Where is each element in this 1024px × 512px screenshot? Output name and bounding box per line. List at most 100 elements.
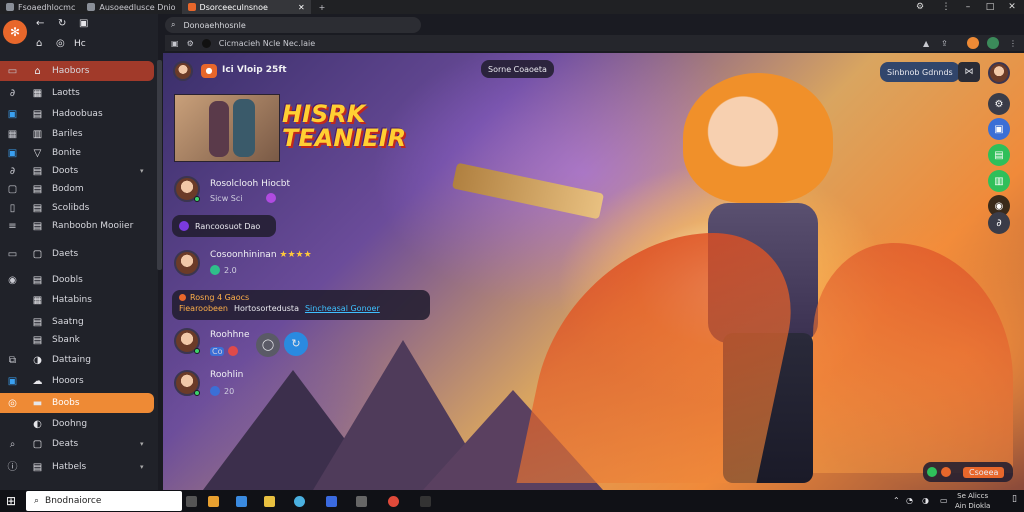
refresh-circle-icon[interactable]: ↻ xyxy=(284,332,308,356)
app-icon[interactable] xyxy=(356,496,367,507)
leaf-icon: ∂ xyxy=(9,165,16,177)
sidebar-item-bariles[interactable]: ▦ ▥ Bariles xyxy=(0,124,154,144)
browser-tab-1[interactable]: Fsoaedhlocmc xyxy=(0,0,81,14)
bottom-action-chip[interactable]: Csoeea xyxy=(923,462,1013,482)
address-bar[interactable]: ⌕ Donoaehhosnle xyxy=(165,17,421,33)
sidebar-item-doots[interactable]: ∂ ▤ Doots ▾ xyxy=(0,161,154,181)
sidebar-item-label: Hadoobuas xyxy=(52,109,103,119)
nav-up-icon[interactable]: ▲ xyxy=(923,39,929,48)
browser-tab-2[interactable]: Ausoeedlusce Dnio xyxy=(81,0,181,14)
more-icon[interactable]: ⋮ xyxy=(1009,39,1017,48)
sidebar-item-saatng[interactable]: ▤ Saatng xyxy=(0,312,154,332)
profile-dot-icon[interactable] xyxy=(201,38,211,48)
streamer-avatar[interactable] xyxy=(173,61,193,81)
chat-reply-chip[interactable]: Rancoosuot Dao xyxy=(172,215,276,237)
app-active-icon[interactable] xyxy=(294,496,305,507)
bookmark-icon[interactable]: ▣ xyxy=(79,18,88,29)
folder-icon[interactable] xyxy=(264,496,275,507)
back-icon[interactable]: ← xyxy=(36,18,44,29)
sidebar-item-boobs[interactable]: ◎ ▬ Boobs xyxy=(0,393,154,413)
extension-green-icon[interactable] xyxy=(987,37,999,49)
maximize-icon[interactable]: □ xyxy=(980,0,1000,14)
sidebar-item-label: Hatbels xyxy=(52,462,87,472)
sidebar-scrollbar[interactable] xyxy=(157,60,162,270)
minimize-icon[interactable]: – xyxy=(958,0,978,14)
cloud-icon: ☁ xyxy=(32,375,43,387)
share-icon[interactable]: ⇪ xyxy=(941,39,948,48)
chat-meta: Fiearoobeen xyxy=(179,304,228,313)
sidebar-item-hatbels[interactable]: ⓘ ▤ Hatbels ▾ xyxy=(0,457,154,477)
stream-info-chip[interactable]: Sorne Coaoeta xyxy=(481,60,554,78)
browser-icon[interactable] xyxy=(236,496,247,507)
tab-label: Dsorceeculnsnoe xyxy=(199,2,268,12)
sidebar-item-bodom[interactable]: ▢ ▤ Bodom xyxy=(0,179,154,199)
chat-meta: 20 xyxy=(224,386,235,396)
options-icon[interactable]: ⋈ xyxy=(958,62,980,82)
follow-label: Sinbnob Gdnnds xyxy=(887,67,953,77)
app-icon[interactable] xyxy=(326,496,337,507)
sidebar-item-doohng[interactable]: ◐ Doohng xyxy=(0,414,154,434)
stream-info-label: Sorne Coaoeta xyxy=(488,64,547,74)
extension-icon[interactable]: ⚙ xyxy=(910,0,930,14)
sidebar-item-laotts[interactable]: ∂ ▦ Laotts xyxy=(0,83,154,103)
refresh-icon[interactable]: ↻ xyxy=(58,18,66,29)
chat-avatar[interactable] xyxy=(174,250,200,276)
close-icon[interactable]: ✕ xyxy=(298,3,305,12)
follow-button[interactable]: Sinbnob Gdnnds xyxy=(880,62,960,82)
gear-icon[interactable]: ⚙ xyxy=(988,93,1010,115)
sidebar-item-haobors[interactable]: ▭ ⌂ Haobors xyxy=(0,61,154,81)
sidebar-item-deats[interactable]: ⌕ ▢ Deats ▾ xyxy=(0,434,154,454)
home-small-icon[interactable]: ⌂ xyxy=(36,38,42,49)
taskbar-search-box[interactable]: ⌕ Bnodnaiorce xyxy=(26,491,182,511)
chat-link[interactable]: Sincheasal Gonoer xyxy=(305,304,380,313)
link-icon[interactable]: ∂ xyxy=(988,212,1010,234)
sidebar-item-label: Hooors xyxy=(52,376,84,386)
sidebar-item-doobls[interactable]: ◉ ▤ Doobls xyxy=(0,270,154,290)
circle-button-icon[interactable]: ◯ xyxy=(256,333,280,357)
taskbar-clock[interactable]: Se Aliccs Ain Diokla xyxy=(955,491,990,511)
settings-icon[interactable]: ⚙ xyxy=(187,39,194,48)
volume-icon[interactable]: ◑ xyxy=(922,496,929,505)
sidebar-item-dattaing[interactable]: ⧉ ◑ Dattaing xyxy=(0,350,154,370)
copy-icon: ⧉ xyxy=(8,354,17,366)
file-explorer-icon[interactable] xyxy=(208,496,219,507)
battery-icon[interactable]: ▭ xyxy=(940,496,948,505)
chat-icon: ▥ xyxy=(32,128,43,140)
menu-icon[interactable]: ⋮ xyxy=(936,0,956,14)
sidebar-item-sbank[interactable]: ▤ Sbank xyxy=(0,330,154,350)
browser-tab-3[interactable]: Dsorceeculnsnoe ✕ xyxy=(181,0,311,14)
account-icon[interactable] xyxy=(967,37,979,49)
stream-thumbnail[interactable] xyxy=(174,94,280,162)
task-view-icon[interactable] xyxy=(186,496,197,507)
hero-sword xyxy=(451,162,605,220)
network-icon[interactable]: ◔ xyxy=(906,496,913,505)
profile-avatar[interactable] xyxy=(988,62,1010,84)
lock-icon[interactable]: ▣ xyxy=(988,118,1010,140)
sidebar-item-scolibds[interactable]: ▯ ▤ Scolibds xyxy=(0,198,154,218)
doc-icon: ▯ xyxy=(9,202,16,214)
bookmarks-icon[interactable]: ▣ xyxy=(171,39,179,48)
windows-start-icon[interactable]: ⊞ xyxy=(6,494,16,508)
sidebar-item-hadoobuas[interactable]: ▣ ▤ Hadoobuas xyxy=(0,104,154,124)
sidebar-item-ranboobn[interactable]: ≡ ▤ Ranboobn Mooiier xyxy=(0,216,154,236)
chevron-down-icon[interactable]: ▾ xyxy=(140,167,144,175)
chevron-down-icon[interactable]: ▾ xyxy=(140,440,144,448)
chat-bubble-icon[interactable]: ▤ xyxy=(988,144,1010,166)
sidebar-item-bonite[interactable]: ▣ ▽ Bonite xyxy=(0,143,154,163)
chevron-down-icon[interactable]: ▾ xyxy=(140,463,144,471)
address-text: Donoaehhosnle xyxy=(183,20,246,30)
sidebar-item-hooors[interactable]: ▣ ☁ Hooors xyxy=(0,371,154,391)
globe-icon[interactable]: ◎ xyxy=(56,38,65,49)
sidebar-item-hatabins[interactable]: ▦ Hatabins xyxy=(0,290,154,310)
app-icon[interactable] xyxy=(388,496,399,507)
chat-highlight-message[interactable]: Rosng 4 Gaocs Fiearoobeen Hortosortedusta… xyxy=(172,290,430,320)
controller-icon[interactable]: ▥ xyxy=(988,170,1010,192)
app-icon[interactable] xyxy=(420,496,431,507)
window-close-icon[interactable]: ✕ xyxy=(1002,0,1022,14)
search-icon: ⌕ xyxy=(171,20,176,29)
chevron-up-icon[interactable]: ⌃ xyxy=(893,496,900,505)
app-logo-icon[interactable]: ✻ xyxy=(3,20,27,44)
notification-icon[interactable]: ▯ xyxy=(1012,494,1017,504)
sidebar-item-daets[interactable]: ▭ ▢ Daets xyxy=(0,244,154,264)
new-tab-button[interactable]: + xyxy=(311,0,334,14)
